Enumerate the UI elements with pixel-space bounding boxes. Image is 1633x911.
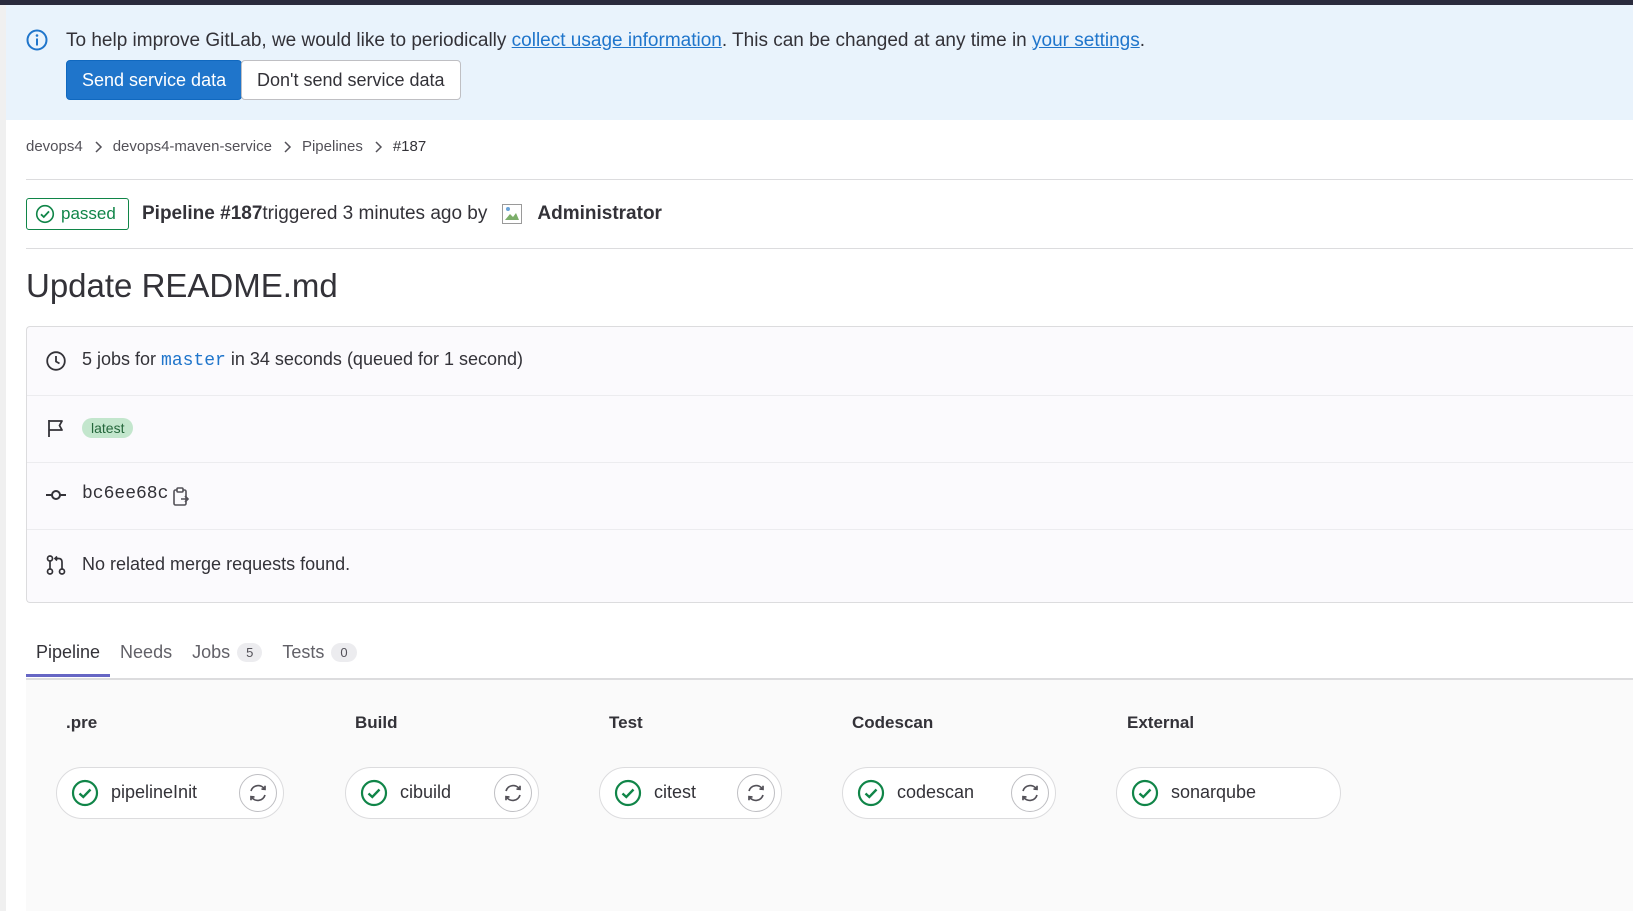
retry-icon	[1022, 784, 1038, 802]
retry-button[interactable]	[239, 774, 277, 812]
pipeline-title: Pipeline #187	[142, 203, 263, 224]
job-name: pipelineInit	[111, 782, 198, 802]
check-circle-icon	[35, 204, 55, 224]
tab-pipeline[interactable]: Pipeline	[26, 632, 111, 677]
breadcrumb-group[interactable]: devops4	[26, 138, 83, 155]
retry-icon	[505, 784, 521, 802]
author-link[interactable]: Administrator	[537, 203, 662, 225]
no-merge-requests-text: No related merge requests found.	[82, 554, 351, 574]
tab-label: Needs	[120, 642, 173, 662]
collect-usage-link[interactable]: collect usage information	[512, 30, 722, 51]
check-circle-icon	[614, 779, 642, 807]
merge-request-icon	[46, 555, 66, 575]
send-service-data-button[interactable]: Send service data	[66, 60, 243, 100]
breadcrumb-project[interactable]: devops4-maven-service	[113, 138, 272, 155]
tab-label: Jobs	[192, 642, 231, 662]
commit-row: bc6ee68c	[27, 462, 1633, 530]
tab-tests[interactable]: Tests 0	[272, 632, 366, 677]
job-name: codescan	[897, 782, 975, 802]
commit-icon	[46, 490, 66, 500]
pipeline-status-badge[interactable]: passed	[26, 198, 129, 230]
job-name: cibuild	[400, 782, 452, 802]
check-circle-icon	[857, 779, 885, 807]
jobs-prefix: 5 jobs for	[82, 349, 162, 369]
tags-row: latest	[27, 395, 1633, 463]
retry-button[interactable]	[737, 774, 775, 812]
check-circle-icon	[1131, 779, 1159, 807]
status-label: passed	[61, 204, 116, 223]
tab-jobs[interactable]: Jobs 5	[182, 632, 272, 677]
pipeline-graph: .pre pipelineInit Build cibuild Test cit…	[26, 680, 1633, 911]
chevron-right-icon	[95, 140, 102, 153]
retry-icon	[748, 784, 764, 802]
chevron-right-icon	[284, 140, 292, 153]
stage-title-pre: .pre	[66, 713, 98, 732]
triggered-text: triggered 3 minutes ago by	[262, 203, 488, 224]
breadcrumb: devops4 devops4-maven-service Pipelines …	[26, 138, 426, 155]
jobs-count-badge: 5	[237, 643, 263, 662]
branch-link[interactable]: master	[161, 351, 226, 371]
avatar[interactable]	[501, 203, 523, 225]
retry-button[interactable]	[494, 774, 532, 812]
job-pipelineinit[interactable]: pipelineInit	[56, 767, 284, 819]
check-circle-icon	[360, 779, 388, 807]
clock-icon	[46, 351, 66, 371]
tab-needs[interactable]: Needs	[110, 632, 182, 677]
jobs-suffix: in 34 seconds (queued for 1 second)	[225, 349, 524, 369]
service-ping-banner: To help improve GitLab, we would like to…	[6, 5, 1633, 120]
job-sonarqube[interactable]: sonarqube	[1116, 767, 1341, 819]
stage-title-test: Test	[609, 713, 643, 732]
banner-text-before: To help improve GitLab, we would like to…	[66, 30, 512, 51]
breadcrumb-pipelines[interactable]: Pipelines	[302, 138, 363, 155]
chevron-right-icon	[375, 140, 382, 153]
retry-button[interactable]	[1011, 774, 1049, 812]
merge-requests-row: No related merge requests found.	[27, 529, 1633, 602]
divider	[26, 179, 1633, 180]
jobs-summary-row: 5 jobs for master in 34 seconds (queued …	[27, 327, 1633, 396]
banner-text-middle: . This can be changed at any time in	[721, 30, 1033, 51]
retry-icon	[250, 784, 266, 802]
stage-title-build: Build	[355, 713, 398, 732]
banner-text-after: .	[1139, 30, 1146, 51]
pipeline-header: Pipeline #187 triggered 3 minutes ago by…	[142, 203, 662, 225]
tests-count-badge: 0	[331, 643, 357, 662]
sidebar-edge	[0, 5, 6, 911]
pipeline-info-card: 5 jobs for master in 34 seconds (queued …	[26, 326, 1633, 603]
stage-title-external: External	[1127, 713, 1195, 732]
commit-title: Update README.md	[26, 267, 338, 304]
dont-send-service-data-button[interactable]: Don't send service data	[241, 60, 461, 100]
latest-tag-badge: latest	[82, 418, 134, 438]
your-settings-link[interactable]: your settings	[1032, 30, 1140, 51]
tag-container: latest	[82, 417, 134, 438]
banner-message: To help improve GitLab, we would like to…	[66, 30, 1145, 52]
check-circle-icon	[71, 779, 99, 807]
jobs-summary: 5 jobs for master in 34 seconds (queued …	[82, 349, 523, 371]
job-name: sonarqube	[1171, 782, 1257, 802]
job-citest[interactable]: citest	[599, 767, 782, 819]
stage-title-codescan: Codescan	[852, 713, 934, 732]
job-codescan[interactable]: codescan	[842, 767, 1056, 819]
divider	[26, 248, 1633, 249]
info-icon	[26, 29, 48, 51]
commit-sha-link[interactable]: bc6ee68c	[82, 484, 168, 504]
flag-icon	[48, 420, 63, 437]
pipeline-tabs: Pipeline Needs Jobs 5 Tests 0	[26, 632, 367, 678]
copy-icon[interactable]	[171, 486, 191, 508]
tab-label: Pipeline	[36, 642, 101, 662]
tab-label: Tests	[282, 642, 325, 662]
breadcrumb-current-pipeline[interactable]: #187	[393, 138, 426, 155]
job-name: citest	[654, 782, 697, 802]
job-cibuild[interactable]: cibuild	[345, 767, 539, 819]
